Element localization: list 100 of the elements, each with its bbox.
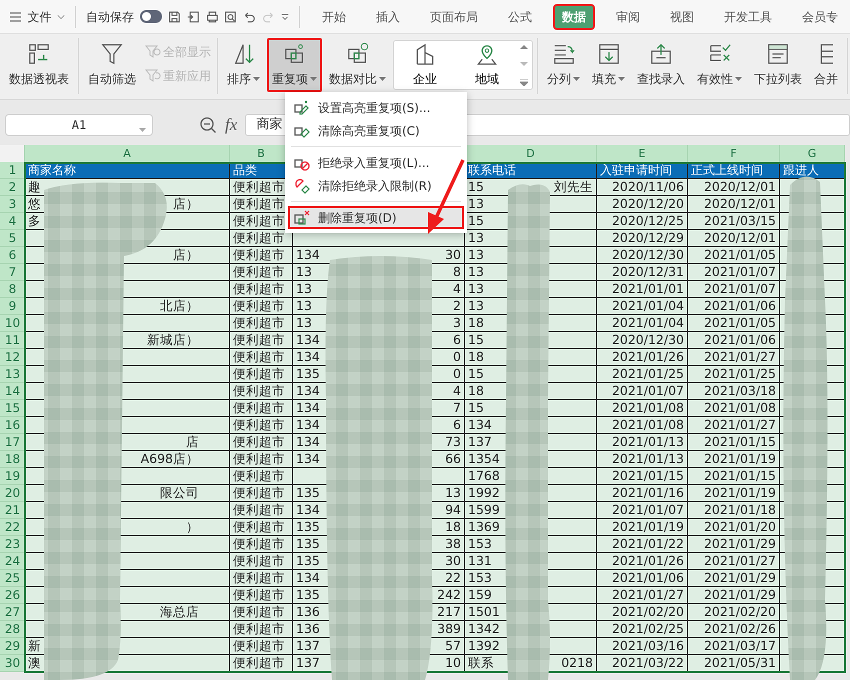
- table-cell: 便利超市: [230, 315, 293, 332]
- table-cell: 便利超市: [230, 536, 293, 553]
- table-cell: 2021/01/04: [597, 315, 688, 332]
- delete-duplicates-icon: [294, 210, 310, 226]
- table-cell: 2021/03/15: [688, 213, 780, 230]
- table-cell: 2021/01/27: [688, 349, 780, 366]
- row-header[interactable]: 5: [0, 230, 25, 247]
- row-header[interactable]: 3: [0, 196, 25, 213]
- row-header[interactable]: 21: [0, 502, 25, 519]
- column-header[interactable]: D: [465, 145, 597, 162]
- row-header[interactable]: 28: [0, 621, 25, 638]
- ribbon-tab[interactable]: 审阅: [606, 4, 649, 30]
- ribbon-button[interactable]: 下拉列表: [749, 38, 807, 92]
- table-cell: 2021/01/13: [597, 451, 688, 468]
- filter-eye-icon: [145, 44, 161, 60]
- row-header[interactable]: 16: [0, 417, 25, 434]
- row-header[interactable]: 9: [0, 298, 25, 315]
- ribbon-button[interactable]: 查找录入: [632, 38, 690, 92]
- table-cell: 2020/12/01: [688, 179, 780, 196]
- ribbon-button[interactable]: 重复项: [267, 38, 322, 92]
- column-header[interactable]: A: [25, 145, 230, 162]
- table-cell: 便利超市: [230, 587, 293, 604]
- ribbon-tab[interactable]: 数据: [552, 4, 595, 30]
- table-cell: 2021/01/05: [688, 247, 780, 264]
- row-header[interactable]: 1: [0, 162, 25, 179]
- table-cell: 便利超市: [230, 502, 293, 519]
- table-cell: 便利超市: [230, 281, 293, 298]
- row-header[interactable]: 10: [0, 315, 25, 332]
- row-header[interactable]: 18: [0, 451, 25, 468]
- row-header[interactable]: 8: [0, 281, 25, 298]
- eraser-icon: [294, 178, 310, 194]
- filter-icon: [99, 42, 125, 66]
- more-icon: [520, 79, 528, 86]
- column-header[interactable]: F: [688, 145, 780, 162]
- ribbon-tab[interactable]: 开发工具: [714, 4, 781, 30]
- ribbon-button[interactable]: 填充: [587, 38, 630, 92]
- gallery-item[interactable]: 企业: [394, 41, 456, 89]
- table-cell: 2020/12/30: [597, 332, 688, 349]
- table-cell: 2021/02/26: [688, 621, 780, 638]
- menu-item[interactable]: 删除重复项(D): [288, 206, 464, 229]
- table-cell: 便利超市: [230, 485, 293, 502]
- table-cell: 2021/01/15: [688, 434, 780, 451]
- ribbon-button[interactable]: 数据对比: [324, 38, 391, 92]
- row-header[interactable]: 2: [0, 179, 25, 196]
- autosave-toggle[interactable]: [140, 10, 162, 23]
- ribbon-tab[interactable]: 会员专: [792, 4, 847, 30]
- table-cell: 2021/01/29: [688, 536, 780, 553]
- caret-icon: [310, 76, 317, 82]
- row-header[interactable]: 22: [0, 519, 25, 536]
- ribbon-tab[interactable]: 开始: [312, 4, 355, 30]
- table-cell: 便利超市: [230, 570, 293, 587]
- table-cell: 2021/02/25: [597, 621, 688, 638]
- menu-icon: [10, 10, 22, 22]
- file-menu[interactable]: 文件: [27, 8, 52, 26]
- table-cell: 便利超市: [230, 451, 293, 468]
- row-header[interactable]: 29: [0, 638, 25, 655]
- row-header[interactable]: 30: [0, 655, 25, 672]
- caret-icon: [139, 128, 146, 134]
- table-cell: 2021/01/27: [688, 417, 780, 434]
- function-label[interactable]: fx: [225, 112, 238, 138]
- table-cell: 2021/01/19: [597, 519, 688, 536]
- row-header[interactable]: 27: [0, 604, 25, 621]
- table-cell: 2021/01/29: [688, 570, 780, 587]
- row-header[interactable]: 12: [0, 349, 25, 366]
- ribbon-button[interactable]: 分列: [542, 38, 585, 92]
- column-header[interactable]: G: [780, 145, 845, 162]
- ribbon-button[interactable]: 有效性: [692, 38, 747, 92]
- table-cell: 便利超市: [230, 332, 293, 349]
- row-header[interactable]: 7: [0, 264, 25, 281]
- row-header[interactable]: 13: [0, 366, 25, 383]
- gallery-item[interactable]: 地域: [456, 41, 518, 89]
- table-cell: 2021/03/16: [597, 638, 688, 655]
- row-header[interactable]: 6: [0, 247, 25, 264]
- ribbon-button[interactable]: 排序: [222, 38, 265, 92]
- column-header[interactable]: E: [597, 145, 688, 162]
- row-header[interactable]: 19: [0, 468, 25, 485]
- table-cell: 便利超市: [230, 230, 293, 247]
- name-box[interactable]: A1: [5, 114, 153, 136]
- row-header[interactable]: 25: [0, 570, 25, 587]
- table-cell: 2021/03/17: [688, 638, 780, 655]
- table-cell: 2021/01/07: [688, 281, 780, 298]
- ribbon-button[interactable]: 合并: [809, 38, 843, 92]
- ribbon-tab[interactable]: 插入: [366, 4, 409, 30]
- row-header[interactable]: 24: [0, 553, 25, 570]
- row-header[interactable]: 26: [0, 587, 25, 604]
- ribbon-button[interactable]: 数据透视表: [4, 38, 74, 92]
- ribbon-tab[interactable]: 页面布局: [420, 4, 487, 30]
- ribbon-tab[interactable]: 公式: [498, 4, 541, 30]
- table-cell: 2021/01/29: [688, 587, 780, 604]
- row-header[interactable]: 14: [0, 383, 25, 400]
- ribbon-tab[interactable]: 视图: [660, 4, 703, 30]
- ribbon-button[interactable]: 自动筛选: [83, 38, 141, 92]
- row-header[interactable]: 17: [0, 434, 25, 451]
- table-cell: 2021/01/27: [597, 587, 688, 604]
- row-header[interactable]: 11: [0, 332, 25, 349]
- caret-icon: [573, 76, 580, 82]
- row-header[interactable]: 15: [0, 400, 25, 417]
- row-header[interactable]: 4: [0, 213, 25, 230]
- row-header[interactable]: 23: [0, 536, 25, 553]
- row-header[interactable]: 20: [0, 485, 25, 502]
